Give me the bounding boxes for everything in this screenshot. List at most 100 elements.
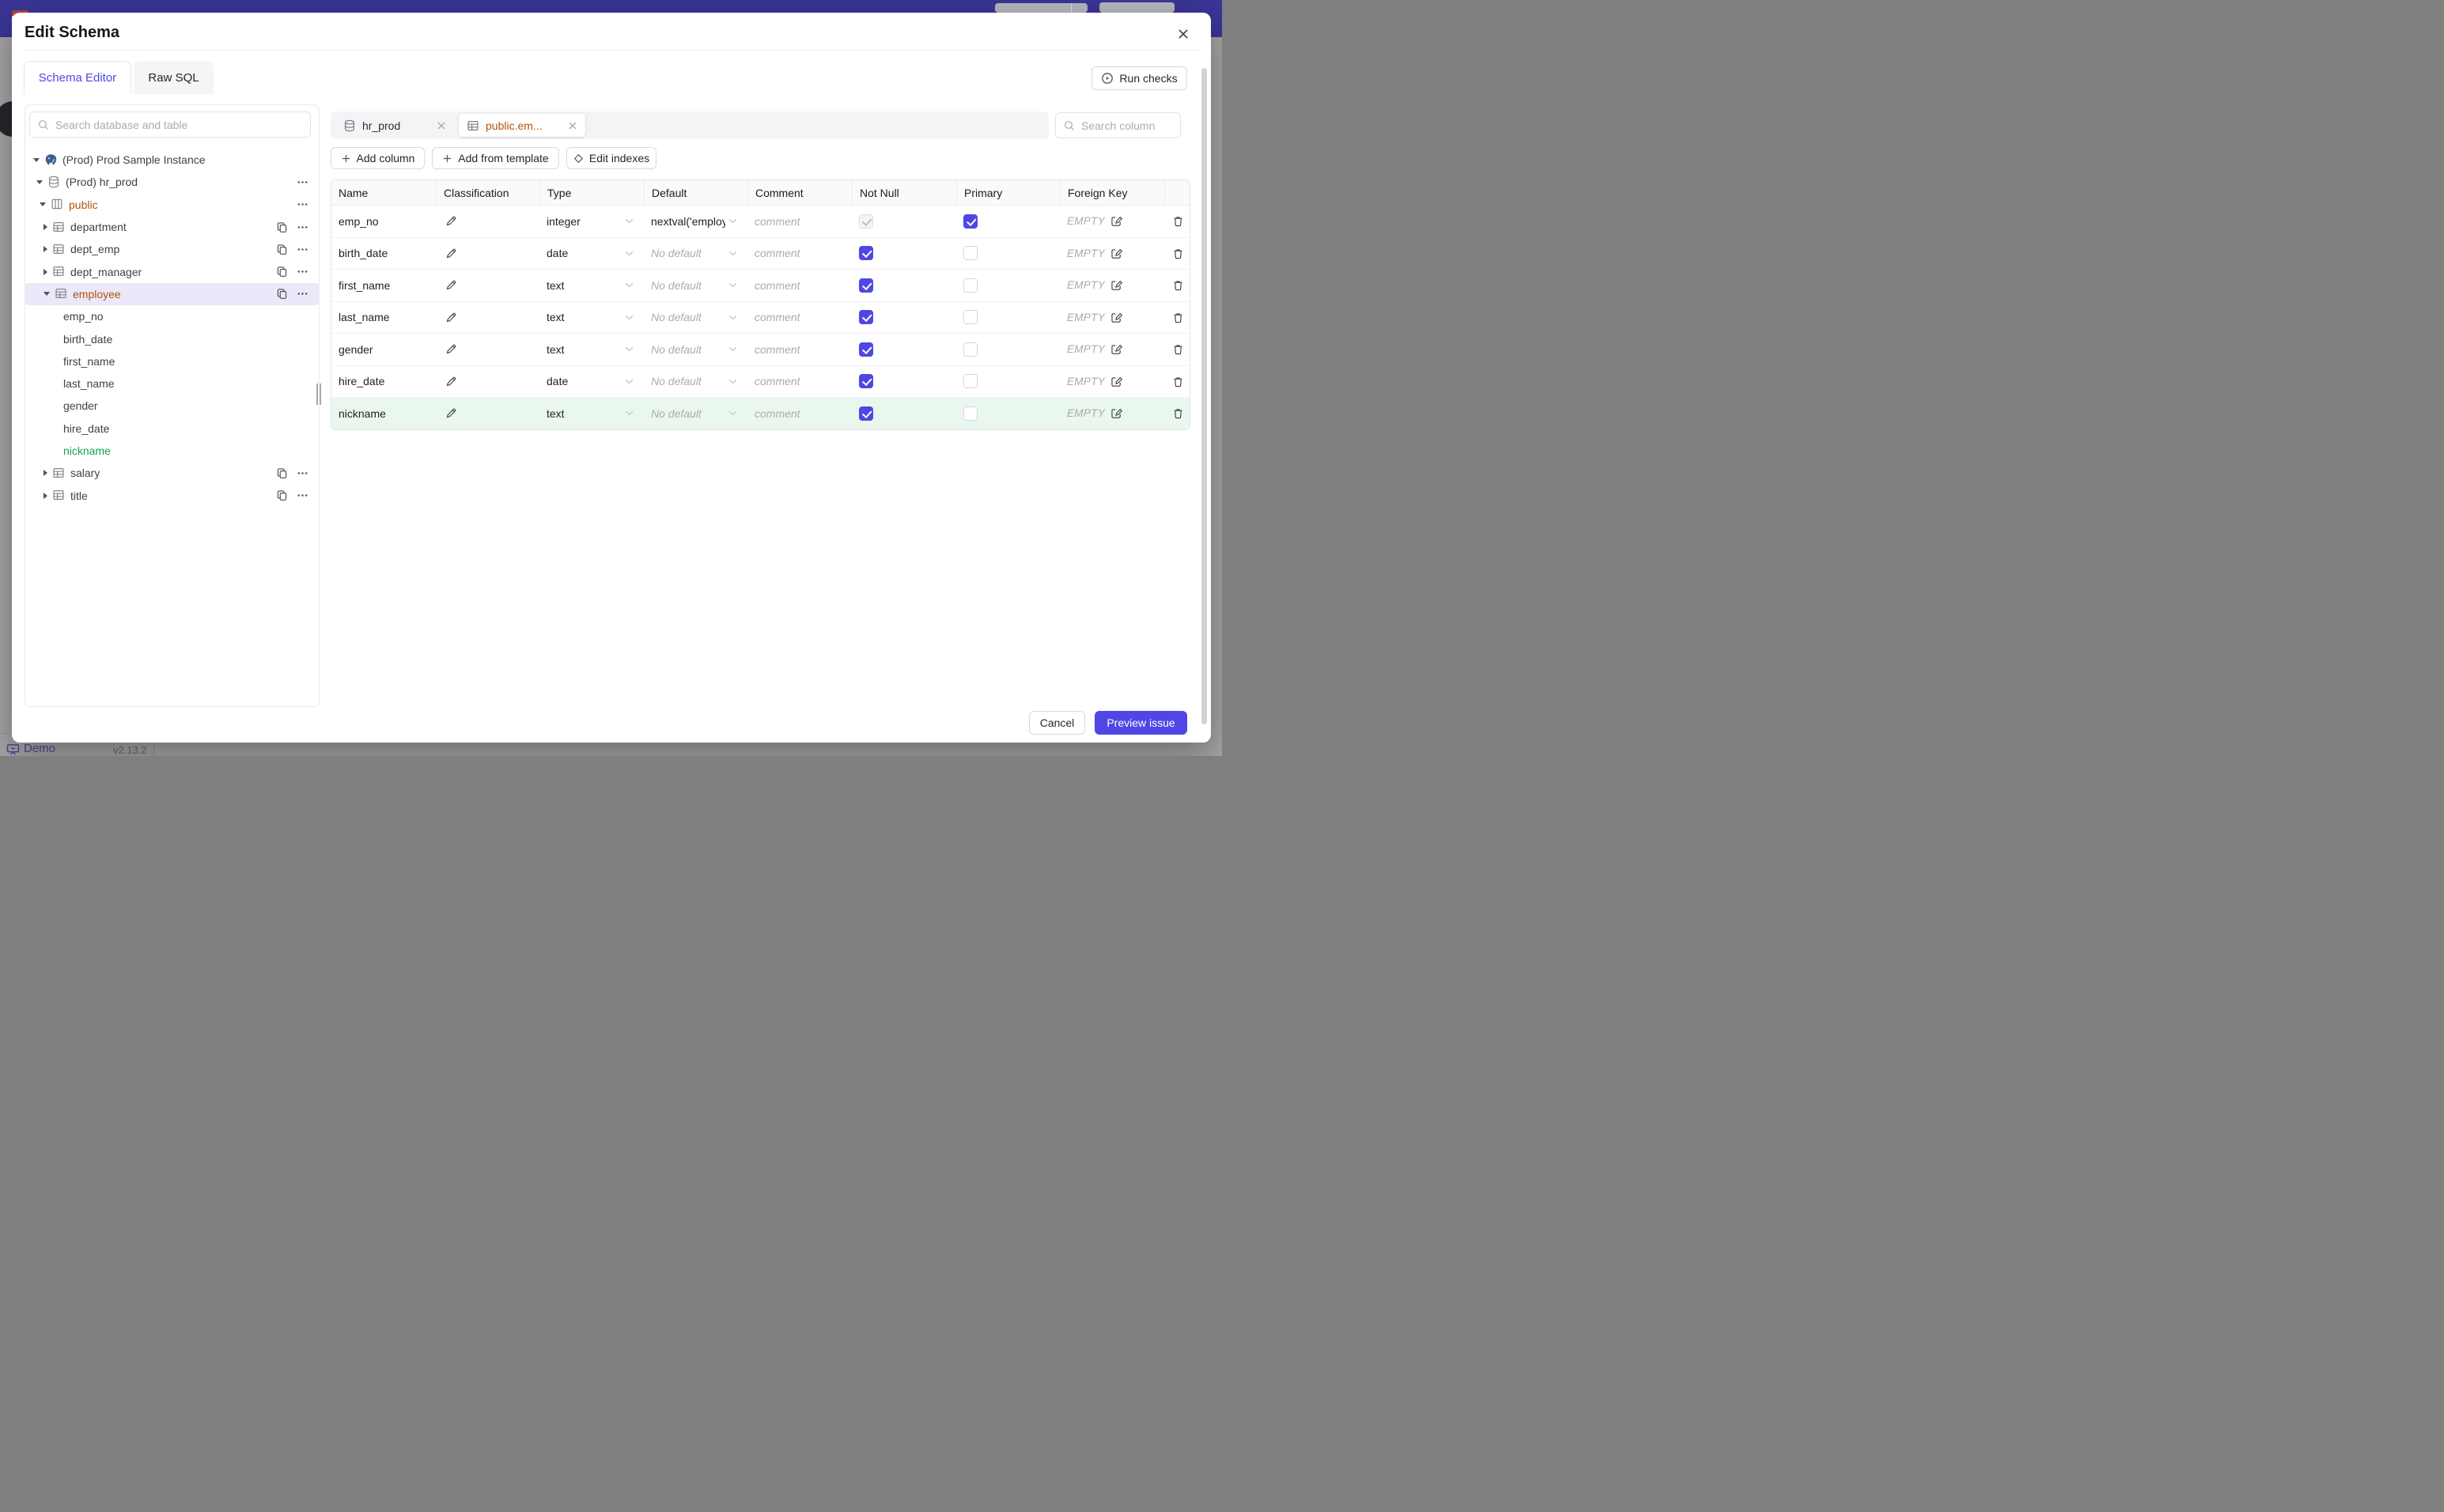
tree-item-dept-emp[interactable]: dept_emp <box>25 238 319 260</box>
panel-resize-handle[interactable] <box>316 384 322 405</box>
classification-edit-icon[interactable] <box>443 248 457 259</box>
delete-column-icon[interactable] <box>1171 279 1184 291</box>
edit-foreign-key-icon[interactable] <box>1110 376 1123 387</box>
more-icon[interactable] <box>297 266 308 278</box>
preview-issue-button[interactable]: Preview issue <box>1095 711 1187 735</box>
modal-scrollbar[interactable] <box>1201 68 1207 724</box>
chevron-down-icon[interactable] <box>44 292 50 297</box>
tree-item--prod-prod-sample-instance[interactable]: (Prod) Prod Sample Instance <box>25 149 319 171</box>
comment-cell[interactable]: comment <box>747 270 852 301</box>
column-search-input[interactable]: Search column <box>1055 112 1181 138</box>
column-name-cell[interactable]: hire_date <box>331 366 436 398</box>
chevron-right-icon[interactable] <box>44 470 47 477</box>
close-icon[interactable] <box>1176 27 1190 41</box>
default-select[interactable]: nextval('employ <box>644 206 747 237</box>
delete-column-icon[interactable] <box>1171 376 1184 387</box>
type-select[interactable]: text <box>539 334 644 365</box>
default-select[interactable]: No default <box>644 302 747 334</box>
type-select[interactable]: text <box>539 270 644 301</box>
default-select[interactable]: No default <box>644 366 747 398</box>
edit-foreign-key-icon[interactable] <box>1110 407 1123 419</box>
tree-item-gender[interactable]: gender <box>25 395 319 417</box>
classification-edit-icon[interactable] <box>443 407 457 419</box>
comment-cell[interactable]: comment <box>747 238 852 270</box>
default-select[interactable]: No default <box>644 334 747 365</box>
classification-edit-icon[interactable] <box>443 279 457 291</box>
tab-hr-prod[interactable]: hr_prod <box>337 112 452 139</box>
primary-checkbox[interactable] <box>963 246 978 261</box>
more-icon[interactable] <box>297 244 308 255</box>
more-icon[interactable] <box>297 198 308 210</box>
classification-edit-icon[interactable] <box>443 343 457 355</box>
tree-item-hire-date[interactable]: hire_date <box>25 418 319 440</box>
tab-schema-editor[interactable]: Schema Editor <box>24 61 131 94</box>
copy-icon[interactable] <box>276 288 288 300</box>
primary-checkbox[interactable] <box>963 214 978 229</box>
edit-indexes-button[interactable]: Edit indexes <box>566 147 656 169</box>
chevron-down-icon[interactable] <box>36 180 43 184</box>
more-icon[interactable] <box>297 221 308 233</box>
cancel-button[interactable]: Cancel <box>1029 711 1085 735</box>
type-select[interactable]: text <box>539 302 644 334</box>
column-name-cell[interactable]: gender <box>331 334 436 365</box>
tree-item-emp-no[interactable]: emp_no <box>25 305 319 327</box>
comment-cell[interactable]: comment <box>747 366 852 398</box>
run-checks-button[interactable]: Run checks <box>1091 66 1187 90</box>
chevron-down-icon[interactable] <box>33 157 40 162</box>
primary-checkbox[interactable] <box>963 278 978 293</box>
primary-checkbox[interactable] <box>963 342 978 357</box>
classification-edit-icon[interactable] <box>443 215 457 227</box>
type-select[interactable]: date <box>539 366 644 398</box>
tree-item-last-name[interactable]: last_name <box>25 372 319 395</box>
tree-item-department[interactable]: department <box>25 216 319 238</box>
tree-item-salary[interactable]: salary <box>25 462 319 484</box>
not-null-checkbox[interactable] <box>859 310 873 325</box>
default-select[interactable]: No default <box>644 238 747 270</box>
delete-column-icon[interactable] <box>1171 215 1184 227</box>
edit-foreign-key-icon[interactable] <box>1110 312 1123 323</box>
copy-icon[interactable] <box>276 490 288 501</box>
edit-foreign-key-icon[interactable] <box>1110 343 1123 355</box>
more-icon[interactable] <box>297 176 308 188</box>
not-null-checkbox[interactable] <box>859 278 873 293</box>
tree-item-first-name[interactable]: first_name <box>25 350 319 372</box>
classification-edit-icon[interactable] <box>443 312 457 323</box>
comment-cell[interactable]: comment <box>747 334 852 365</box>
more-icon[interactable] <box>297 288 308 300</box>
chevron-down-icon[interactable] <box>40 202 46 207</box>
tree-item-employee[interactable]: employee <box>25 282 319 306</box>
tree-search-input[interactable]: Search database and table <box>29 112 311 138</box>
delete-column-icon[interactable] <box>1171 248 1184 259</box>
not-null-checkbox[interactable] <box>859 214 873 229</box>
chevron-right-icon[interactable] <box>44 224 47 231</box>
edit-foreign-key-icon[interactable] <box>1110 279 1123 291</box>
type-select[interactable]: date <box>539 238 644 270</box>
more-icon[interactable] <box>297 467 308 479</box>
column-name-cell[interactable]: birth_date <box>331 238 436 270</box>
column-name-cell[interactable]: first_name <box>331 270 436 301</box>
not-null-checkbox[interactable] <box>859 342 873 357</box>
close-tab-icon[interactable] <box>568 121 577 130</box>
default-select[interactable]: No default <box>644 398 747 429</box>
type-select[interactable]: integer <box>539 206 644 237</box>
more-icon[interactable] <box>297 490 308 501</box>
tree-item-dept-manager[interactable]: dept_manager <box>25 260 319 282</box>
column-name-cell[interactable]: last_name <box>331 302 436 334</box>
column-name-cell[interactable]: nickname <box>331 398 436 429</box>
primary-checkbox[interactable] <box>963 406 978 421</box>
not-null-checkbox[interactable] <box>859 374 873 389</box>
tree-item-nickname[interactable]: nickname <box>25 440 319 462</box>
tab-public-employee[interactable]: public.em... <box>459 114 585 137</box>
default-select[interactable]: No default <box>644 270 747 301</box>
edit-foreign-key-icon[interactable] <box>1110 215 1123 227</box>
primary-checkbox[interactable] <box>963 374 978 389</box>
comment-cell[interactable]: comment <box>747 302 852 334</box>
copy-icon[interactable] <box>276 244 288 255</box>
edit-foreign-key-icon[interactable] <box>1110 248 1123 259</box>
chevron-right-icon[interactable] <box>44 246 47 253</box>
primary-checkbox[interactable] <box>963 310 978 325</box>
chevron-right-icon[interactable] <box>44 268 47 275</box>
type-select[interactable]: text <box>539 398 644 429</box>
delete-column-icon[interactable] <box>1171 407 1184 419</box>
delete-column-icon[interactable] <box>1171 343 1184 355</box>
